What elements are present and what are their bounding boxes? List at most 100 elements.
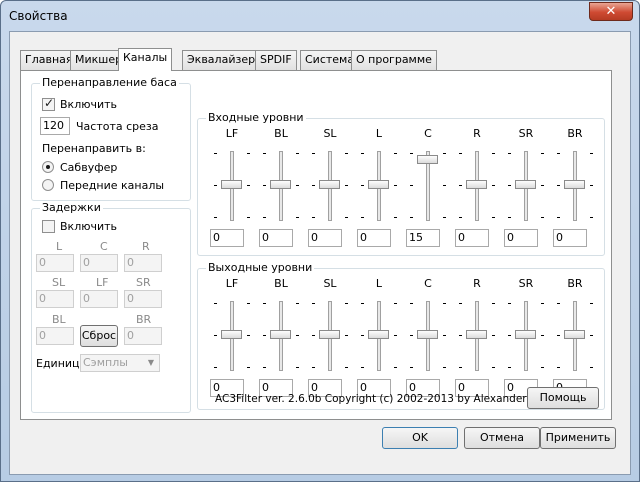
output-channel-label: SL xyxy=(323,277,337,290)
output-tick-mark xyxy=(443,335,446,336)
delay-r-input[interactable]: 0 xyxy=(124,254,162,272)
units-select[interactable]: Сэмплы ▼ xyxy=(80,354,160,372)
input-tick-mark xyxy=(508,185,511,186)
output-slider-thumb[interactable] xyxy=(417,330,438,339)
input-slider-l[interactable]: L0 xyxy=(357,127,401,247)
output-slider-thumb[interactable] xyxy=(466,330,487,339)
bass-redirect-group: Перенаправление баса Включить 120 Частот… xyxy=(31,76,191,201)
input-slider-sr[interactable]: SR 0 xyxy=(504,127,548,247)
input-tick-mark xyxy=(492,217,495,218)
cutoff-frequency-input[interactable]: 120 xyxy=(40,117,70,135)
output-slider-thumb[interactable] xyxy=(319,330,340,339)
output-channel-label: BL xyxy=(274,277,288,290)
delay-c-label: C xyxy=(100,240,108,253)
reset-delays-button[interactable]: Сброс xyxy=(80,325,118,347)
input-level-input[interactable]: 0 xyxy=(259,229,293,247)
input-slider-thumb[interactable] xyxy=(466,180,487,189)
input-slider-thumb[interactable] xyxy=(221,180,242,189)
input-tick-mark xyxy=(345,153,348,154)
input-level-input[interactable]: 0 xyxy=(504,229,538,247)
input-tick-mark xyxy=(492,153,495,154)
help-button[interactable]: Помощь xyxy=(527,387,599,409)
close-button[interactable]: ✕ xyxy=(589,2,633,21)
delay-br-label: BR xyxy=(136,313,152,326)
output-tick-mark xyxy=(214,367,217,368)
delay-l-label: L xyxy=(56,240,63,253)
output-tick-mark xyxy=(296,303,299,304)
delay-c-input[interactable]: 0 xyxy=(80,254,118,272)
output-slider-lf[interactable]: LF 0 xyxy=(210,277,254,397)
output-levels-title: Выходные уровни xyxy=(206,261,315,274)
input-tick-mark xyxy=(263,217,266,218)
output-slider-thumb[interactable] xyxy=(221,330,242,339)
cancel-button[interactable]: Отмена xyxy=(464,427,540,449)
output-tick-mark xyxy=(410,303,413,304)
output-tick-mark xyxy=(345,335,348,336)
input-tick-mark xyxy=(361,185,364,186)
subwoofer-radio[interactable] xyxy=(42,161,54,173)
output-slider-thumb[interactable] xyxy=(564,330,585,339)
input-level-input[interactable]: 0 xyxy=(455,229,489,247)
input-level-input[interactable]: 0 xyxy=(357,229,391,247)
tab-channels[interactable]: Каналы xyxy=(118,48,173,71)
window-title: Свойства xyxy=(9,9,68,23)
delay-bl-label: BL xyxy=(52,313,66,326)
output-slider-sl[interactable]: SL 0 xyxy=(308,277,352,397)
output-slider-thumb[interactable] xyxy=(515,330,536,339)
output-tick-mark xyxy=(247,303,250,304)
delay-br-input[interactable]: 0 xyxy=(124,327,162,345)
output-slider-thumb[interactable] xyxy=(270,330,291,339)
input-slider-thumb[interactable] xyxy=(319,180,340,189)
input-slider-bl[interactable]: BL 0 xyxy=(259,127,303,247)
delays-enable-checkbox[interactable] xyxy=(42,220,55,233)
front-channels-radio[interactable] xyxy=(42,179,54,191)
input-slider-r[interactable]: R0 xyxy=(455,127,499,247)
delay-lf-label: LF xyxy=(96,276,109,289)
delay-lf-input[interactable]: 0 xyxy=(80,290,118,308)
delay-sl-label: SL xyxy=(52,276,66,289)
output-tick-mark xyxy=(410,335,413,336)
delay-bl-input[interactable]: 0 xyxy=(36,327,74,345)
input-tick-mark xyxy=(345,185,348,186)
tab-main[interactable]: Главная xyxy=(20,50,78,70)
input-slider-thumb[interactable] xyxy=(368,180,389,189)
input-slider-br[interactable]: BR 0 xyxy=(553,127,597,247)
output-slider-c[interactable]: C0 xyxy=(406,277,450,397)
output-tick-mark xyxy=(214,303,217,304)
output-slider-l[interactable]: L0 xyxy=(357,277,401,397)
output-tick-mark xyxy=(590,367,593,368)
input-slider-thumb[interactable] xyxy=(564,180,585,189)
input-level-input[interactable]: 0 xyxy=(210,229,244,247)
apply-button[interactable]: Применить xyxy=(540,427,616,449)
input-level-input[interactable]: 0 xyxy=(308,229,342,247)
output-slider-r[interactable]: R0 xyxy=(455,277,499,397)
bass-enable-checkbox[interactable] xyxy=(42,96,55,111)
output-tick-mark xyxy=(263,335,266,336)
delay-sl-input[interactable]: 0 xyxy=(36,290,74,308)
output-slider-br[interactable]: BR0 xyxy=(553,277,597,397)
tab-about[interactable]: О программе xyxy=(351,50,437,70)
tab-equalizer[interactable]: Эквалайзер xyxy=(182,50,261,70)
output-tick-mark xyxy=(263,303,266,304)
output-tick-mark xyxy=(394,303,397,304)
input-slider-lf[interactable]: LF 0 xyxy=(210,127,254,247)
ok-button[interactable]: OK xyxy=(382,427,458,449)
input-slider-thumb[interactable] xyxy=(270,180,291,189)
output-tick-mark xyxy=(361,367,364,368)
input-slider-thumb[interactable] xyxy=(515,180,536,189)
input-level-input[interactable]: 15 xyxy=(406,229,440,247)
output-slider-bl[interactable]: BL 0 xyxy=(259,277,303,397)
input-level-input[interactable]: 0 xyxy=(553,229,587,247)
input-slider-sl[interactable]: SL 0 xyxy=(308,127,352,247)
output-slider-sr[interactable]: SR 0 xyxy=(504,277,548,397)
output-tick-mark xyxy=(590,335,593,336)
output-slider-thumb[interactable] xyxy=(368,330,389,339)
input-slider-c[interactable]: C 15 xyxy=(406,127,450,247)
input-slider-thumb[interactable] xyxy=(417,155,438,164)
tab-spdif[interactable]: SPDIF xyxy=(255,50,297,70)
delay-r-label: R xyxy=(142,240,150,253)
input-tick-mark xyxy=(361,217,364,218)
input-tick-mark xyxy=(296,217,299,218)
delay-sr-input[interactable]: 0 xyxy=(124,290,162,308)
delay-l-input[interactable]: 0 xyxy=(36,254,74,272)
